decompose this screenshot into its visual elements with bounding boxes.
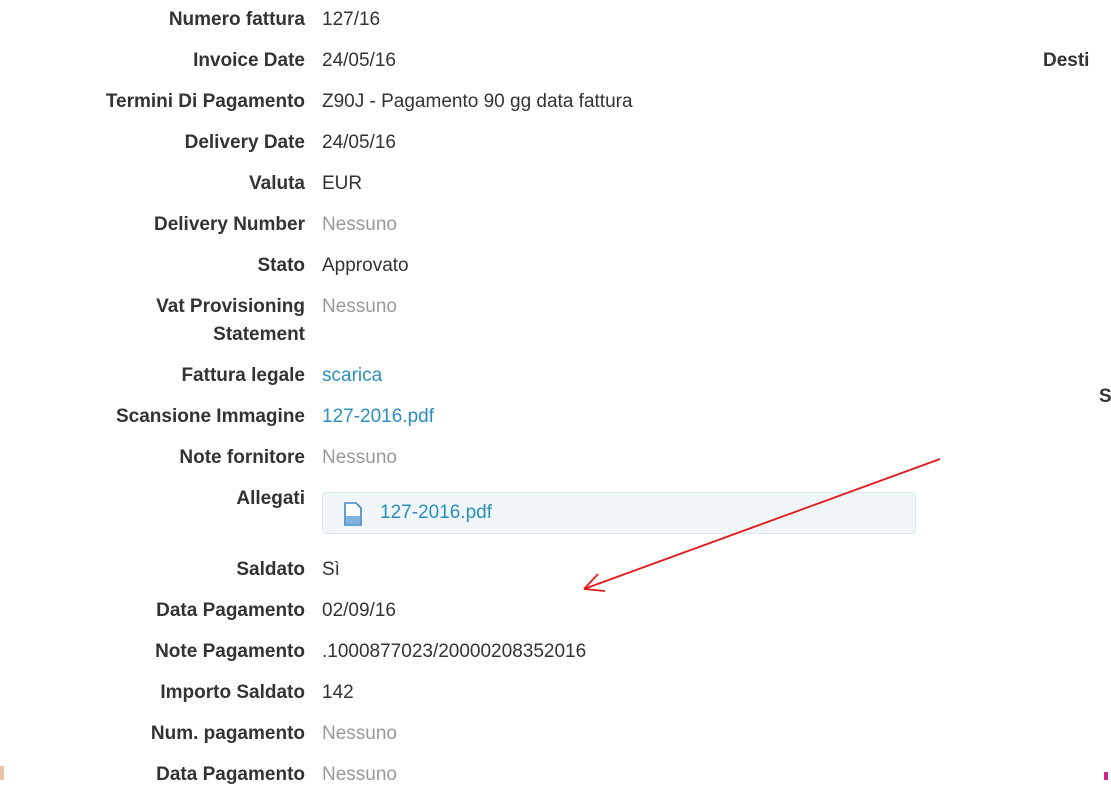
field-label: Note Pagamento — [155, 641, 305, 662]
file-icon — [343, 502, 363, 532]
field-label: Data Pagamento — [156, 764, 305, 785]
field-label: Importo Saldato — [160, 682, 305, 703]
field-label: Num. pagamento — [150, 723, 305, 744]
field-label: Note fornitore — [179, 447, 305, 468]
field-value: Nessuno — [322, 764, 397, 785]
field-value: Nessuno — [322, 296, 397, 317]
field-value: EUR — [322, 173, 363, 194]
field-value: Nessuno — [322, 447, 397, 468]
field-label: Delivery Date — [184, 132, 305, 153]
field-label: Termini Di Pagamento — [105, 91, 305, 112]
invoice-detail-page: Numero fattura 127/16 Invoice Date 24/05… — [0, 0, 1111, 787]
field-value: 127/16 — [322, 9, 381, 30]
field-label: Saldato — [236, 559, 305, 580]
edge-mark — [0, 766, 4, 780]
field-value: Sì — [322, 559, 340, 580]
red-arrow-icon — [583, 458, 941, 592]
field-value: Nessuno — [322, 723, 397, 744]
right-column-label: S — [1099, 386, 1111, 407]
field-label: Invoice Date — [193, 50, 305, 71]
status-value: Approvato — [322, 255, 409, 276]
field-value: 24/05/16 — [322, 132, 396, 153]
scan-file-link[interactable]: 127-2016.pdf — [322, 403, 434, 431]
field-label: Vat Provisioning Statement — [0, 293, 305, 349]
field-label: Data Pagamento — [156, 600, 305, 621]
field-label: Numero fattura — [168, 9, 305, 30]
right-column-label: Desti — [1043, 50, 1090, 71]
field-label: Scansione Immagine — [115, 406, 305, 427]
field-value: .1000877023/20000208352016 — [322, 641, 587, 662]
field-label: Stato — [257, 255, 306, 276]
attachment-link[interactable]: 127-2016.pdf — [380, 500, 492, 526]
field-label: Fattura legale — [181, 365, 305, 386]
field-value: Z90J - Pagamento 90 gg data fattura — [322, 91, 633, 112]
field-label-line: Statement — [213, 324, 305, 345]
field-value: 02/09/16 — [322, 600, 396, 621]
field-label-line: Vat Provisioning — [156, 296, 305, 317]
field-value: 24/05/16 — [322, 50, 396, 71]
field-label: Valuta — [249, 173, 305, 194]
edge-mark — [1104, 772, 1108, 780]
download-link[interactable]: scarica — [322, 362, 382, 390]
field-value: Nessuno — [322, 214, 397, 235]
field-value: 142 — [322, 682, 354, 703]
field-label: Delivery Number — [153, 214, 305, 235]
field-label: Allegati — [236, 488, 305, 509]
